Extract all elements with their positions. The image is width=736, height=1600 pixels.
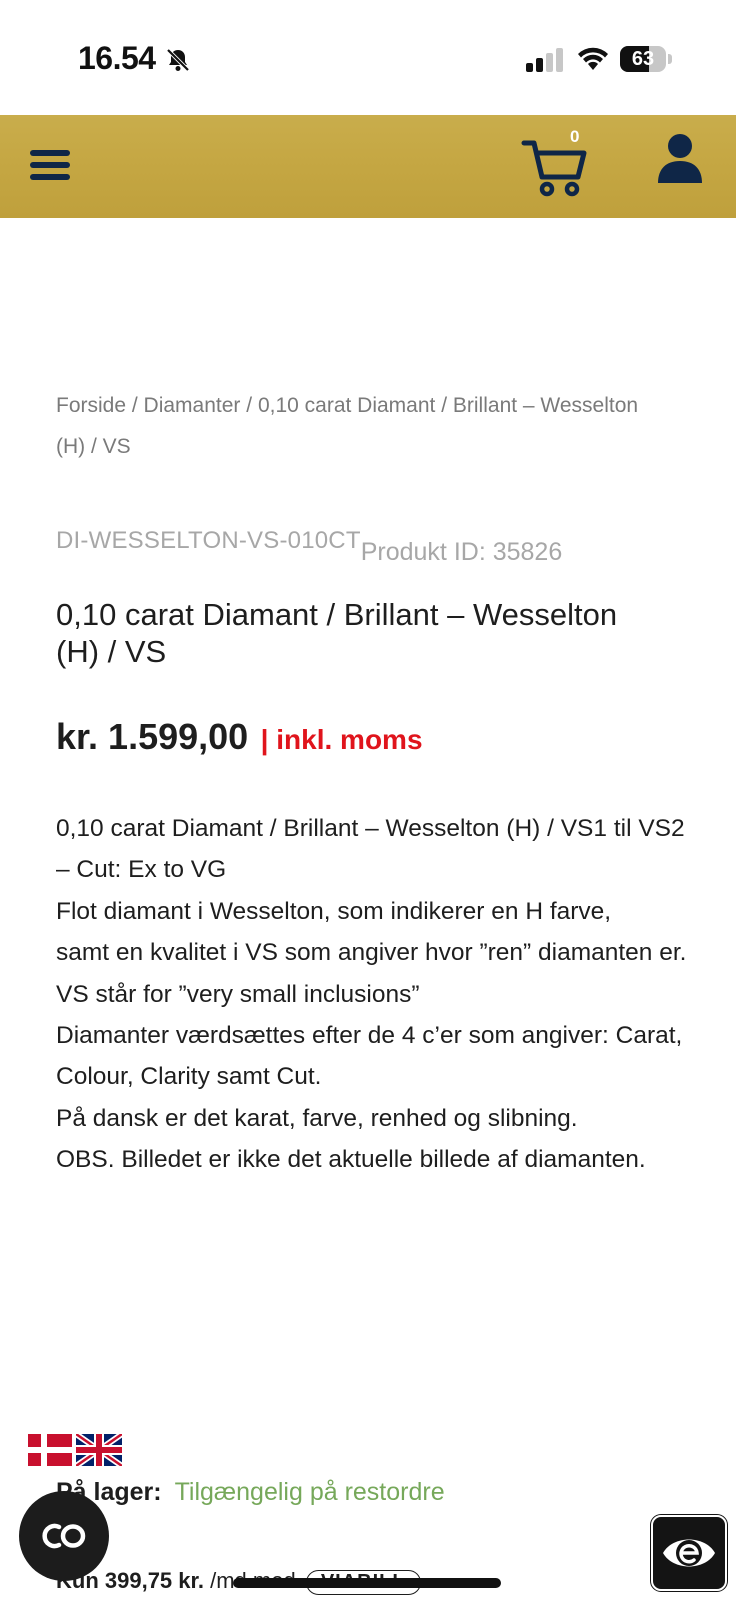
flag-denmark-icon[interactable] [28, 1434, 72, 1466]
wifi-icon [578, 47, 608, 70]
battery-body: 63 [620, 46, 666, 72]
description-line: 0,10 carat Diamant / Brillant – Wesselto… [56, 815, 685, 884]
product-meta: DI-WESSELTON-VS-010CTProdukt ID: 35826 [56, 526, 696, 566]
cart-count-badge: 0 [570, 127, 580, 146]
price-row: kr. 1.599,00 | inkl. moms [56, 716, 423, 758]
product-sku: DI-WESSELTON-VS-010CT [56, 527, 361, 554]
product-description: 0,10 carat Diamant / Brillant – Wesselto… [56, 808, 696, 1181]
cellular-signal-icon [526, 48, 563, 72]
description-line: Flot diamant i Wesselton, som indikerer … [56, 897, 612, 925]
status-time: 16.54 [78, 40, 156, 76]
description-line: Diamanter værdsættes efter de 4 c’er som… [56, 1022, 683, 1091]
battery-indicator: 63 [620, 46, 672, 72]
home-indicator [233, 1578, 501, 1588]
breadcrumb-separator: / [435, 394, 453, 417]
product-title: 0,10 carat Diamant / Brillant – Wesselto… [56, 597, 618, 669]
user-account-icon[interactable] [656, 133, 704, 185]
product-price: kr. 1.599,00 [56, 716, 249, 757]
site-header: 0 [0, 115, 736, 218]
description-line: OBS. Billedet er ikke det aktuelle bille… [56, 1146, 646, 1174]
stock-status: På lager: Tilgængelig på restordre [56, 1478, 445, 1507]
accessibility-eye-icon [663, 1539, 715, 1567]
bell-muted-icon [166, 48, 190, 72]
accessibility-button[interactable] [651, 1515, 727, 1591]
breadcrumb-separator: / [126, 394, 144, 417]
vat-note: | inkl. moms [260, 724, 423, 755]
breadcrumb: Forside / Diamanter / 0,10 carat Diamant… [56, 385, 656, 467]
breadcrumb-link-home[interactable]: Forside [56, 394, 126, 417]
flag-united-kingdom-icon[interactable] [76, 1434, 122, 1466]
product-id: Produkt ID: 35826 [360, 538, 563, 566]
chat-button[interactable] [19, 1491, 109, 1581]
breadcrumb-separator: / [240, 394, 258, 417]
description-line: På dansk er det karat, farve, renhed og … [56, 1104, 578, 1132]
hamburger-menu-icon[interactable] [30, 150, 70, 182]
battery-cap [668, 54, 672, 64]
battery-level: 63 [631, 48, 655, 70]
description-line: samt en kvalitet i VS som angiver hvor ”… [56, 939, 687, 1008]
stock-value: Tilgængelig på restordre [174, 1478, 445, 1506]
breadcrumb-link-diamonds[interactable]: Diamanter [144, 394, 241, 417]
chat-logo-icon [42, 1523, 86, 1549]
status-bar: 16.54 63 [0, 0, 736, 115]
breadcrumb-link-category[interactable]: 0,10 carat Diamant [258, 394, 435, 417]
shopping-cart-icon[interactable] [520, 133, 590, 203]
